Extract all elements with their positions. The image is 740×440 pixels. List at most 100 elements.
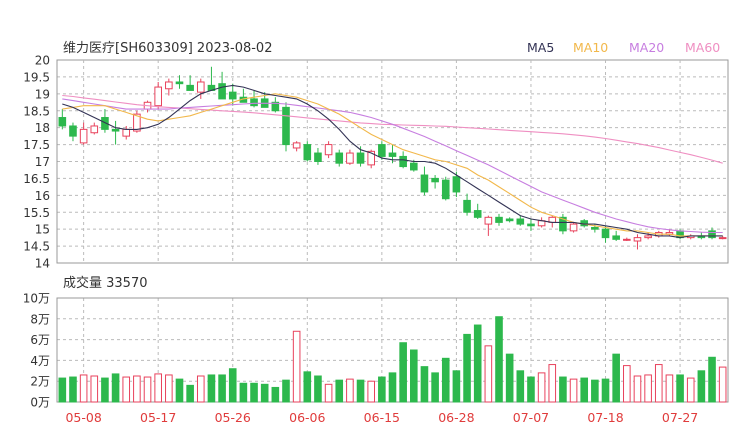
volume-bar-down: [612, 353, 620, 403]
price-tick-label: 19: [35, 87, 50, 101]
volume-tick-label: 8万: [30, 312, 50, 326]
candle-up: [79, 128, 88, 144]
candle-down: [228, 91, 237, 100]
candle-down: [111, 128, 120, 132]
volume-bar-up: [79, 374, 88, 403]
stock-chart: 维力医疗[SH603309] 2023-08-02 MA5 MA10 MA20 MA6…: [23, 40, 729, 425]
volume-bar-down: [505, 353, 514, 403]
candle-down: [516, 218, 525, 225]
volume-bar-down: [708, 356, 716, 403]
date-tick-label: 07-18: [587, 410, 623, 425]
volume-tick-label: 10万: [23, 292, 50, 306]
price-tick-label: 15: [35, 223, 50, 237]
candle-down: [431, 177, 439, 183]
candle-up: [324, 144, 333, 156]
volume-bar-down: [591, 379, 599, 403]
volume-bar-down: [239, 382, 248, 403]
volume-tick-label: 6万: [30, 333, 50, 347]
candle-down: [282, 106, 290, 146]
candle-up: [484, 216, 493, 225]
candle-down: [58, 117, 67, 127]
candle-down: [218, 83, 226, 100]
candle-down: [601, 228, 610, 239]
volume-bar-up: [537, 372, 546, 403]
ma10-line: [62, 93, 723, 237]
legend-ma60: MA60: [685, 40, 720, 55]
candle-down: [186, 84, 194, 91]
volume-bar-down: [314, 375, 322, 403]
volume-bar-down: [420, 366, 429, 403]
volume-bar-down: [580, 377, 589, 403]
volume-bar-down: [101, 377, 109, 403]
date-tick-label: 06-28: [438, 410, 474, 425]
price-tick-label: 14: [35, 257, 50, 271]
volume-bar-down: [260, 383, 269, 403]
volume-bar-down: [399, 342, 407, 403]
candle-up: [623, 238, 631, 241]
volume-bar-up: [143, 376, 152, 403]
volume-bar-up: [484, 345, 493, 403]
candle-down: [708, 230, 716, 239]
date-tick-label: 07-07: [513, 410, 549, 425]
volume-bar-down: [516, 370, 525, 403]
volume-bar-down: [559, 376, 567, 403]
price-tick-label: 18: [35, 121, 50, 135]
date-tick-label: 06-15: [364, 410, 400, 425]
price-tick-label: 18.5: [23, 104, 50, 118]
volume-bar-up: [367, 380, 376, 403]
volume-bar-down: [303, 371, 312, 403]
candle-down: [527, 223, 535, 227]
candle-down: [378, 144, 386, 157]
volume-bar-down: [271, 386, 280, 403]
candle-down: [409, 162, 418, 171]
candle-up: [154, 86, 162, 107]
candle-down: [441, 179, 450, 200]
candle-down: [314, 152, 322, 163]
candle-down: [69, 125, 77, 137]
date-tick-label: 07-27: [662, 410, 698, 425]
price-tick-label: 17.5: [23, 138, 50, 152]
volume-bar-up: [665, 374, 674, 403]
volume-bar-down: [58, 377, 67, 403]
volume-bar-down: [356, 379, 365, 403]
volume-tick-label: 4万: [30, 354, 50, 368]
volume-bar-down: [282, 379, 290, 403]
x-axis: 05-08 05-17 05-26 06-06 06-15 06-28 07-07 07-18…: [65, 410, 698, 425]
candle-up: [633, 237, 642, 242]
date-tick-label: 06-06: [289, 410, 325, 425]
volume-bar-up: [165, 374, 173, 403]
date-tick-label: 05-17: [140, 410, 176, 425]
price-panel: 20 19.5 19 18.5 18 17.5 17 16.5 16 15.5 15 14.5 14: [23, 54, 729, 271]
price-tick-label: 16: [35, 189, 50, 203]
volume-bar-down: [388, 372, 397, 403]
volume-bar-down: [601, 378, 610, 403]
volume-title: 成交量 33570: [63, 275, 148, 291]
price-tick-label: 17: [35, 155, 50, 169]
candle-up: [569, 223, 578, 232]
volume-bar-up: [122, 376, 131, 403]
volume-bar-up: [644, 374, 652, 403]
volume-bar-down: [495, 316, 503, 403]
candle-down: [612, 235, 620, 240]
legend: MA5 MA10 MA20 MA60: [527, 40, 720, 55]
volume-bar-up: [548, 364, 557, 403]
candle-up: [90, 125, 99, 134]
volume-panel: 10万 8万 6万 4万 2万 0万: [23, 292, 729, 410]
volume-bar-up: [686, 377, 695, 403]
volume-bar-down: [218, 374, 226, 403]
candle-down: [495, 216, 503, 223]
price-tick-label: 16.5: [23, 172, 50, 186]
legend-ma10: MA10: [573, 40, 608, 55]
candle-down: [399, 155, 407, 168]
volume-bar-down: [250, 382, 258, 403]
volume-bar-up: [154, 373, 162, 403]
price-tick-label: 14.5: [23, 240, 50, 254]
candle-down: [505, 218, 514, 222]
volume-bar-down: [175, 378, 184, 403]
volume-bar-down: [409, 349, 418, 403]
volume-bar-up: [718, 366, 727, 403]
chart-title: 维力医疗[SH603309] 2023-08-02: [63, 41, 272, 56]
volume-bar-down: [452, 370, 461, 403]
volume-bar-up: [654, 364, 663, 403]
volume-bar-down: [228, 368, 237, 403]
